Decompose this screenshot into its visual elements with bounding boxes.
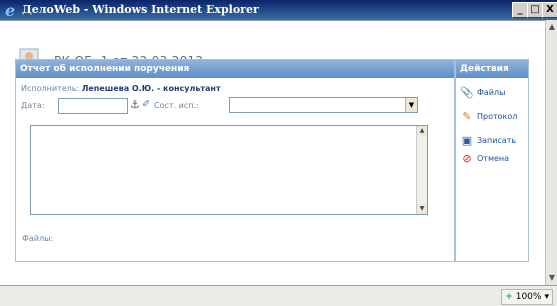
calendar-icon[interactable]: ⚓ — [130, 98, 140, 112]
scroll-down-icon[interactable]: ▼ — [417, 204, 427, 214]
report-panel-title: Отчет об исполнении поручения — [16, 60, 454, 78]
protocol-action[interactable]: ✎ Протокол — [460, 108, 517, 124]
cancel-icon: ⊘ — [462, 151, 472, 165]
page-content: РК ОГ.-1 от 22.03.2012 Отчет об исполнен… — [0, 20, 545, 286]
textarea-scrollbar[interactable]: ▲ ▼ — [416, 126, 427, 214]
window-scrollbar[interactable]: ▲ ▼ — [545, 20, 557, 285]
minimize-button[interactable]: _ — [512, 2, 528, 18]
internet-explorer-icon: e — [5, 2, 15, 18]
svg-text:e: e — [5, 2, 15, 18]
scroll-down-icon[interactable]: ▼ — [547, 273, 557, 283]
actions-panel-title: Действия — [456, 60, 528, 78]
status-bar: + 100% ▾ — [0, 285, 557, 306]
chevron-down-icon[interactable]: ▼ — [405, 98, 417, 112]
executor-value: Лепешева О.Ю. - консультант — [81, 84, 221, 93]
report-panel: Отчет об исполнении поручения Исполнител… — [15, 59, 455, 262]
files-label: Файлы: — [22, 234, 54, 243]
close-button[interactable]: X — [542, 2, 557, 18]
protocol-action-label: Протокол — [477, 111, 518, 121]
maximize-button[interactable]: □ — [527, 2, 543, 18]
window-title: ДелоWeb - Windows Internet Explorer — [22, 3, 259, 16]
cancel-action[interactable]: ⊘ Отмена — [460, 150, 509, 166]
scroll-up-icon[interactable]: ▲ — [417, 126, 427, 136]
chevron-down-icon[interactable]: ▾ — [544, 292, 549, 302]
date-input[interactable] — [58, 98, 128, 114]
zoom-icon: + — [505, 292, 513, 302]
executor-line: Исполнитель: Лепешева О.Ю. - консультант — [21, 84, 221, 93]
protocol-icon: ✎ — [462, 109, 472, 123]
files-action-label: Файлы — [477, 87, 506, 97]
date-label: Дата: — [21, 101, 45, 110]
actions-panel: Действия 📎 Файлы ✎ Протокол ▣ Записать ⊘… — [455, 59, 529, 262]
report-textarea[interactable]: ▲ ▼ — [30, 125, 428, 215]
zoom-control[interactable]: + 100% ▾ — [501, 289, 553, 305]
paperclip-icon: 📎 — [460, 85, 474, 99]
state-label: Сост. исп.: — [154, 101, 199, 110]
save-icon: ▣ — [461, 133, 473, 147]
eraser-icon[interactable]: ✐ — [142, 98, 152, 112]
save-action-label: Записать — [477, 135, 517, 145]
save-action[interactable]: ▣ Записать — [460, 132, 516, 148]
cancel-action-label: Отмена — [477, 153, 510, 163]
executor-label: Исполнитель: — [21, 84, 80, 93]
files-action[interactable]: 📎 Файлы — [460, 84, 505, 100]
zoom-level: 100% — [515, 292, 542, 302]
state-select[interactable]: ▼ — [229, 97, 418, 113]
scroll-up-icon[interactable]: ▲ — [547, 22, 557, 32]
window-titlebar: e ДелоWeb - Windows Internet Explorer _ … — [0, 0, 557, 20]
